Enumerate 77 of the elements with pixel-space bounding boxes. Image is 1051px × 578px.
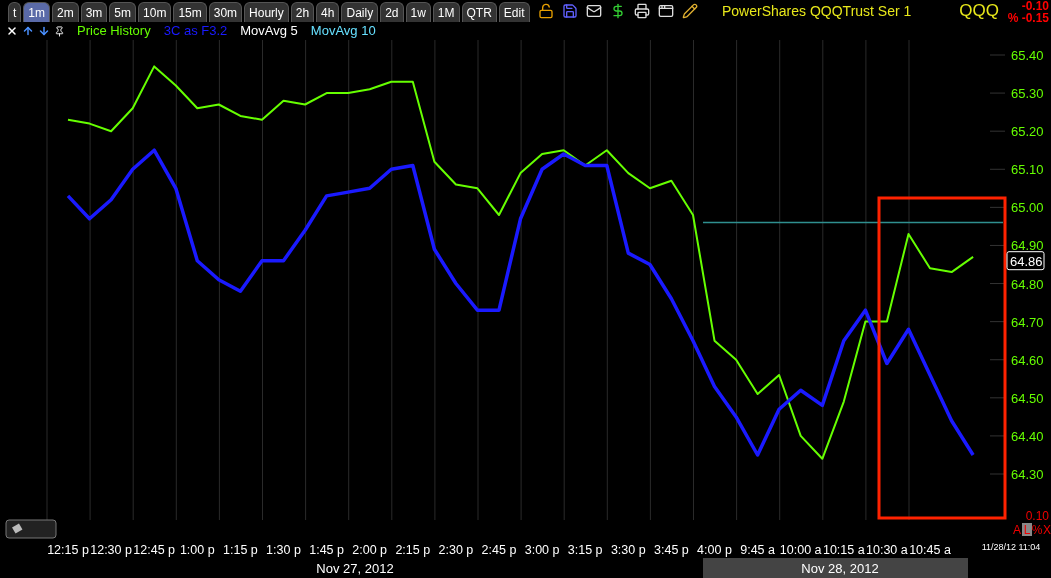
time-axis-label: 1:45 p [309,543,344,557]
time-axis-label: 2:30 p [438,543,474,557]
interval-tab[interactable]: 15m [173,2,207,22]
scale-value: 0.10 [1025,509,1049,523]
time-axis-label: 2:00 p [352,543,388,557]
axis-tick-label: 64.40 [1011,428,1044,444]
percent-change: % -0.15 [1007,12,1049,24]
time-axis-label: 1:30 p [266,543,301,557]
time-axis-label: 12:30 p [90,543,132,557]
interval-tab[interactable]: Hourly [244,2,289,22]
axis-tick-label: 64.30 [1011,467,1044,482]
interval-tab[interactable]: 5m [109,2,137,22]
time-axis-label: 3:15 p [567,543,603,557]
pencil-icon[interactable] [681,3,698,19]
scale-button[interactable]: % [1031,523,1043,537]
time-axis-label: 10:30 a [866,543,908,557]
interval-tab[interactable]: 2m [52,2,79,22]
scale-button[interactable]: X [1043,523,1051,537]
last-price-label: 64.86 [1006,251,1045,271]
axis-tick-label: 64.80 [1011,276,1044,292]
time-axis-label: 1:00 p [179,543,215,557]
scale-button[interactable]: A [1013,523,1021,537]
legend-label: 3C as F3.2 [163,22,228,41]
time-axis-label: 12:45 p [133,543,176,557]
interval-tab[interactable]: 1M [432,2,460,22]
interval-tab[interactable]: 1m [23,2,50,22]
legend-label: Price History [77,22,151,41]
interval-tab[interactable]: 30m [208,2,243,22]
window-icon[interactable] [657,3,674,19]
interval-tab[interactable]: 4h [316,2,340,22]
time-axis-label: 2:15 p [395,543,431,557]
time-axis-label: 12:15 p [47,543,89,557]
ticker-symbol: QQQ [959,0,999,23]
axis-tick-label: 65.00 [1011,200,1044,216]
time-axis-label: 3:00 p [524,543,560,557]
security-name: PowerShares QQQTrust Ser 1 [722,1,912,21]
interval-tab[interactable]: 2d [380,2,404,22]
close-icon[interactable] [6,25,18,37]
axis-tick-label: 64.50 [1011,390,1044,406]
interval-tab[interactable]: 10m [138,2,172,22]
interval-tab[interactable]: QTR [461,2,497,22]
printer-icon[interactable] [633,3,650,19]
interval-tab[interactable]: Daily [341,2,379,22]
axis-tick-label: 64.70 [1011,314,1044,330]
price-change: -0.10 [1021,0,1049,12]
axis-tick-label: 65.10 [1011,162,1044,178]
arrow-up-icon[interactable] [22,25,34,37]
time-axis-label: 10:45 a [909,543,951,557]
padlock-icon[interactable] [537,3,554,19]
axis-tick-label: 64.90 [1011,238,1044,254]
time-axis-label: 3:45 p [654,543,689,557]
axis-tick-label: 64.60 [1011,352,1044,368]
interval-tab[interactable]: 2h [290,2,315,22]
axis-tick-label: 65.20 [1011,124,1044,140]
pin-icon[interactable] [54,25,65,37]
axis-tick-label: 65.40 [1011,48,1044,63]
interval-tab[interactable]: 3m [80,2,108,22]
arrow-down-icon[interactable] [38,25,50,37]
time-axis-label: 3:30 p [610,543,646,557]
interval-tab[interactable]: t [8,2,22,22]
legend-label: MovAvg 10 [310,22,376,41]
timestamp: 11/28/12 11:04 [981,542,1041,552]
interval-tab[interactable]: Edit [498,2,530,22]
time-axis-label: 2:45 p [481,543,517,557]
scroll-thumb[interactable] [5,519,57,539]
time-axis-label: 1:15 p [223,543,258,557]
envelope-icon[interactable] [585,3,602,19]
interval-tab[interactable]: 1w [405,2,431,22]
date-label: Nov 27, 2012 [316,561,394,576]
save-icon[interactable] [561,3,578,19]
axis-tick-label: 65.30 [1011,86,1044,102]
time-axis-label: 9:45 a [740,543,775,557]
legend-label: MovAvg 5 [240,22,298,41]
time-axis-label: 10:00 a [779,543,822,557]
time-axis-label: 4:00 p [697,543,732,557]
date-label: Nov 28, 2012 [703,558,968,578]
time-axis-label: 10:15 a [822,543,865,557]
